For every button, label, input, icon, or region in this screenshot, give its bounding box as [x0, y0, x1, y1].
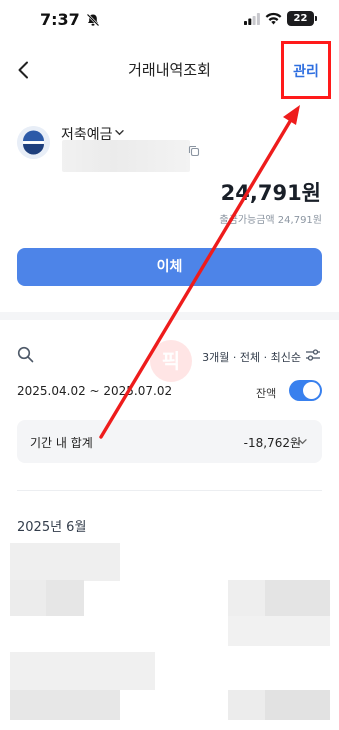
redacted-transaction-block — [265, 690, 330, 720]
balance-toggle-label: 잔액 — [256, 387, 277, 400]
list-divider — [17, 490, 322, 491]
account-number-redacted — [62, 140, 190, 172]
signal-icon — [244, 13, 260, 25]
section-divider — [0, 312, 339, 320]
chevron-down-icon[interactable] — [114, 127, 125, 138]
wifi-icon — [265, 12, 282, 25]
balance-toggle-knob — [303, 382, 320, 399]
search-icon[interactable] — [17, 346, 34, 363]
filter-settings-icon[interactable] — [305, 348, 321, 362]
period-total-label: 기간 내 합계 — [30, 436, 93, 450]
redacted-transaction-block — [10, 652, 155, 690]
date-range: 2025.04.02 ~ 2025.07.02 — [17, 384, 173, 398]
chevron-down-icon[interactable] — [297, 436, 308, 447]
battery-indicator: 22 — [287, 11, 317, 26]
redacted-transaction-block — [10, 580, 46, 616]
withdrawable-amount: 출금가능금액 24,791원 — [219, 215, 322, 226]
redacted-transaction-block — [10, 690, 120, 720]
copy-icon[interactable] — [188, 145, 200, 157]
month-section-header: 2025년 6월 — [17, 520, 87, 535]
period-total-value: -18,762원 — [243, 436, 301, 450]
filter-summary[interactable]: 3개월 · 전체 · 최신순 — [202, 349, 301, 365]
redacted-transaction-block — [228, 616, 330, 646]
bank-logo-icon — [17, 126, 50, 159]
account-balance: 24,791원 — [220, 181, 321, 205]
bell-off-icon — [86, 13, 100, 27]
redacted-transaction-block — [265, 580, 330, 616]
status-time: 7:37 — [40, 10, 80, 29]
manage-button[interactable]: 관리 — [281, 61, 331, 81]
redacted-transaction-block — [10, 543, 120, 581]
transfer-button[interactable]: 이체 — [17, 248, 322, 286]
watermark-logo: 픽 — [150, 340, 192, 382]
